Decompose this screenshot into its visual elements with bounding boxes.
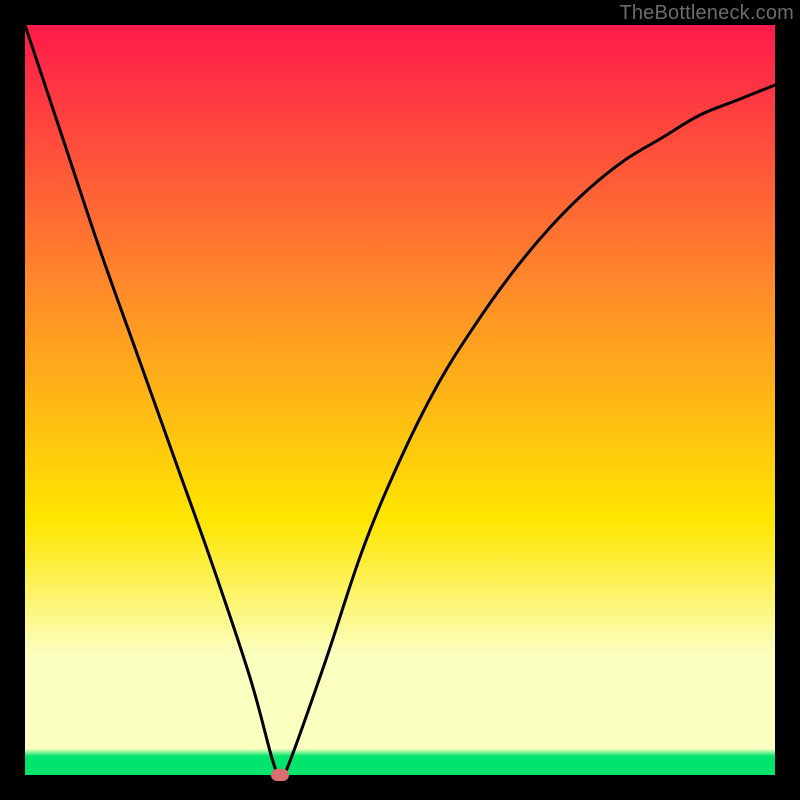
minimum-marker bbox=[271, 769, 289, 781]
plot-area bbox=[25, 25, 775, 775]
bottleneck-curve bbox=[25, 25, 775, 775]
chart-frame: TheBottleneck.com bbox=[0, 0, 800, 800]
watermark-text: TheBottleneck.com bbox=[619, 2, 794, 25]
